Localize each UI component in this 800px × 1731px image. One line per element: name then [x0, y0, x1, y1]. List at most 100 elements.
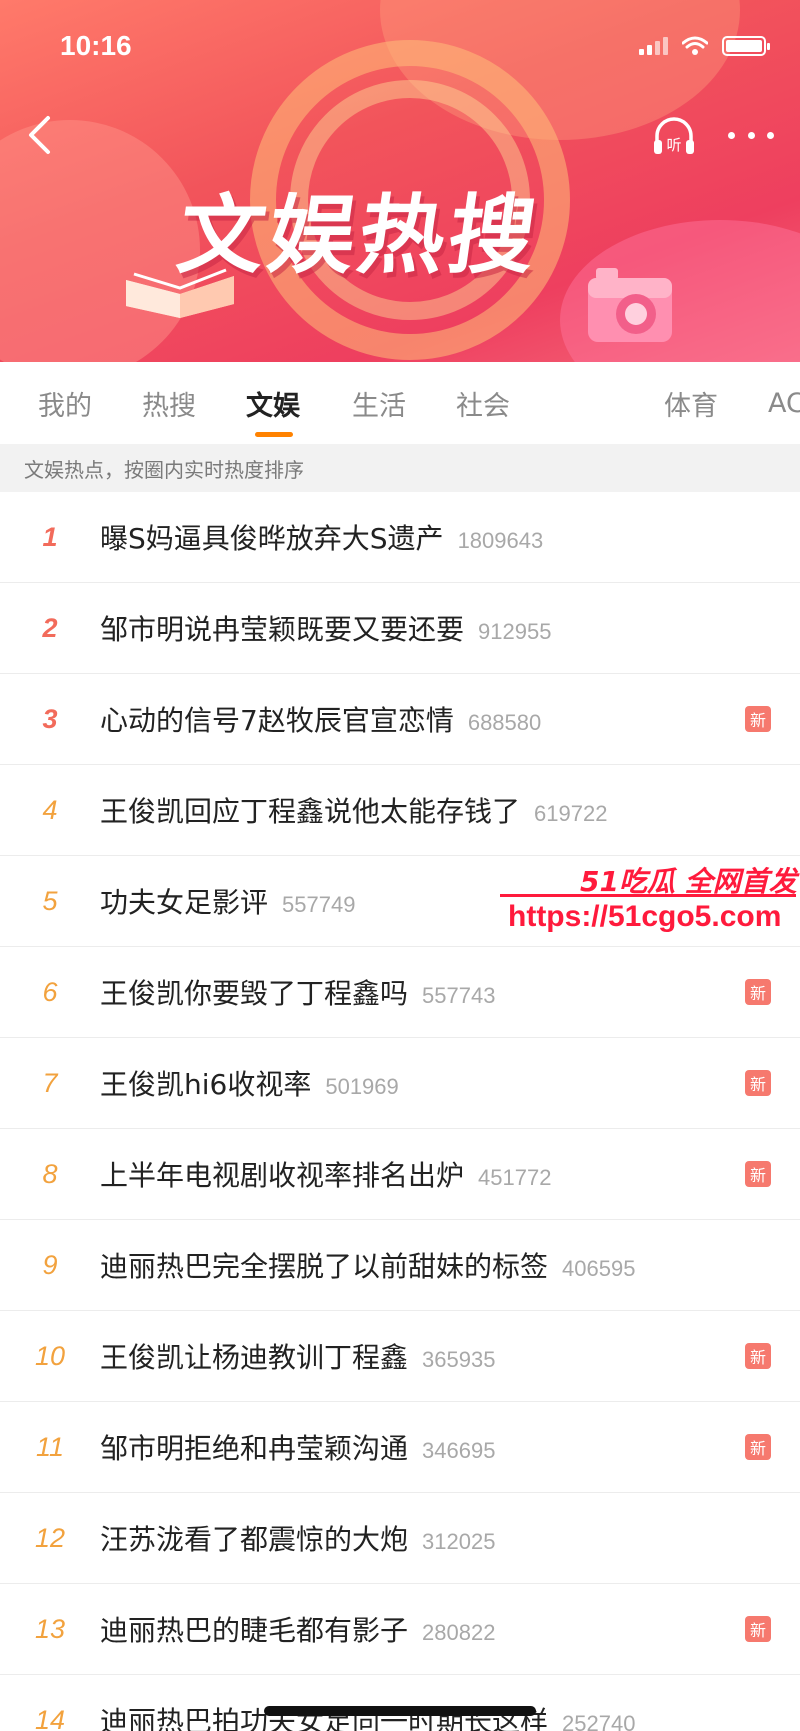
more-dots-icon: [728, 131, 735, 139]
rank-number: 8: [42, 1158, 58, 1189]
item-title[interactable]: 曝S妈逼具俊晔放弃大S遗产 1809643: [100, 517, 543, 557]
list-item[interactable]: 3 心动的信号7赵牧辰官宣恋情 688580 新: [0, 674, 800, 765]
rank-number: 11: [35, 1431, 65, 1462]
list-item[interactable]: 4 王俊凯回应丁程鑫说他太能存钱了 619722: [0, 765, 800, 856]
item-title[interactable]: 上半年电视剧收视率排名出炉 451772: [100, 1154, 551, 1194]
item-title[interactable]: 心动的信号7赵牧辰官宣恋情 688580: [100, 699, 541, 739]
heat-count: 557749: [282, 892, 356, 917]
rank-number: 1: [42, 521, 58, 552]
listen-label: 听: [666, 136, 681, 154]
rank-number: 3: [42, 703, 58, 734]
heat-count: 406595: [562, 1256, 636, 1281]
rank-number: 4: [42, 794, 58, 825]
item-title-text: 王俊凯你要毁了丁程鑫吗: [100, 977, 409, 1010]
headphones-icon: 听: [654, 117, 694, 154]
heat-count: 688580: [467, 710, 542, 735]
heat-count: 280822: [422, 1620, 496, 1645]
new-badge: 新: [745, 1070, 771, 1096]
rank-number: 7: [42, 1067, 58, 1098]
list-item[interactable]: 12 汪苏泷看了都震惊的大炮 312025: [0, 1493, 800, 1584]
listen-button[interactable]: 听: [650, 112, 698, 160]
item-title-text: 上半年电视剧收视率排名出炉: [100, 1159, 465, 1192]
item-title-text: 迪丽热巴的睫毛都有影子: [100, 1614, 409, 1647]
status-time: 10:16: [60, 30, 132, 61]
tab-hot-search[interactable]: 热搜: [142, 362, 196, 444]
rank-number: 9: [42, 1249, 58, 1280]
heat-count: 451772: [478, 1165, 552, 1190]
item-title-text: 汪苏泷看了都震惊的大炮: [100, 1523, 409, 1556]
heat-count: 619722: [534, 801, 608, 826]
item-title-text: 迪丽热巴完全摆脱了以前甜妹的标签: [100, 1250, 549, 1283]
item-title-text: 王俊凯hi6收视率: [100, 1068, 312, 1101]
item-title-text: 曝S妈逼具俊晔放弃大S遗产: [100, 522, 444, 555]
tab-mine[interactable]: 我的: [38, 362, 92, 444]
tab-sports[interactable]: 体育: [664, 362, 718, 444]
heat-count: 1809643: [457, 528, 544, 553]
item-title[interactable]: 邹市明拒绝和冉莹颖沟通 346695: [100, 1427, 495, 1467]
list-item[interactable]: 13 迪丽热巴的睫毛都有影子 280822 新: [0, 1584, 800, 1675]
category-tabs: 我的 热搜 文娱 生活 社会 体育 AC: [0, 362, 800, 444]
watermark-divider: [500, 894, 796, 897]
item-title[interactable]: 迪丽热巴完全摆脱了以前甜妹的标签 406595: [100, 1245, 635, 1285]
item-title[interactable]: 迪丽热巴的睫毛都有影子 280822: [100, 1609, 495, 1649]
list-item[interactable]: 2 邹市明说冉莹颖既要又要还要 912955: [0, 583, 800, 674]
rank-number: 6: [42, 976, 58, 1007]
item-title-text: 王俊凯回应丁程鑫说他太能存钱了: [100, 795, 521, 828]
list-item[interactable]: 10 王俊凯让杨迪教训丁程鑫 365935 新: [0, 1311, 800, 1402]
list-item[interactable]: 11 邹市明拒绝和冉莹颖沟通 346695 新: [0, 1402, 800, 1493]
item-title[interactable]: 王俊凯你要毁了丁程鑫吗 557743: [100, 972, 495, 1012]
item-title-text: 王俊凯让杨迪教训丁程鑫: [100, 1341, 409, 1374]
list-item[interactable]: 8 上半年电视剧收视率排名出炉 451772 新: [0, 1129, 800, 1220]
tabs-fade-overlay: [540, 362, 630, 444]
header-banner: 10:16 听 文娱热搜: [0, 0, 800, 362]
new-badge: 新: [745, 1616, 771, 1642]
rank-number: 5: [42, 885, 58, 916]
heat-count: 912955: [478, 619, 552, 644]
tab-acg[interactable]: AC: [768, 362, 800, 444]
chevron-left-icon: [29, 116, 50, 154]
new-badge: 新: [745, 1434, 771, 1460]
item-title-text: 心动的信号7赵牧辰官宣恋情: [100, 704, 454, 737]
heat-count: 365935: [422, 1347, 496, 1372]
item-title[interactable]: 王俊凯回应丁程鑫说他太能存钱了 619722: [100, 790, 607, 830]
item-title-text: 邹市明说冉莹颖既要又要还要: [100, 613, 465, 646]
rank-number: 14: [34, 1704, 66, 1731]
item-title[interactable]: 汪苏泷看了都震惊的大炮 312025: [100, 1518, 495, 1558]
heat-count: 501969: [325, 1074, 399, 1099]
wifi-icon: [682, 36, 708, 55]
more-options-button[interactable]: [728, 120, 774, 150]
new-badge: 新: [745, 979, 771, 1005]
tab-life[interactable]: 生活: [352, 362, 406, 444]
item-title[interactable]: 功夫女足影评 557749: [100, 881, 355, 921]
active-tab-indicator: [255, 432, 293, 437]
heat-count: 312025: [422, 1529, 496, 1554]
rank-number: 2: [42, 612, 58, 643]
rank-number: 10: [34, 1340, 66, 1371]
tab-society[interactable]: 社会: [456, 362, 510, 444]
watermark-url: https://51cgo5.com: [508, 900, 782, 933]
battery-icon: [722, 36, 770, 56]
list-description: 文娱热点，按圈内实时热度排序: [0, 444, 800, 492]
heat-count: 252740: [562, 1711, 636, 1731]
rank-number: 13: [34, 1613, 66, 1644]
item-title-text: 邹市明拒绝和冉莹颖沟通: [100, 1432, 409, 1465]
new-badge: 新: [745, 706, 771, 732]
item-title[interactable]: 邹市明说冉莹颖既要又要还要 912955: [100, 608, 551, 648]
item-title[interactable]: 王俊凯hi6收视率 501969: [100, 1063, 399, 1103]
home-indicator: [264, 1706, 536, 1716]
item-title[interactable]: 王俊凯让杨迪教训丁程鑫 365935: [100, 1336, 495, 1376]
list-item[interactable]: 9 迪丽热巴完全摆脱了以前甜妹的标签 406595: [0, 1220, 800, 1311]
item-title-text: 功夫女足影评: [100, 886, 269, 919]
hot-search-list: 1 曝S妈逼具俊晔放弃大S遗产 1809643 2 邹市明说冉莹颖既要又要还要 91295…: [0, 492, 800, 1731]
signal-icon: [639, 37, 668, 55]
heat-count: 346695: [422, 1438, 496, 1463]
new-badge: 新: [745, 1343, 771, 1369]
list-item[interactable]: 14 迪丽热巴拍功夫女足同一时期长这样 252740: [0, 1675, 800, 1731]
rank-number: 12: [34, 1522, 66, 1553]
back-button[interactable]: [14, 110, 64, 160]
banner-title: 文娱热搜: [171, 186, 546, 286]
list-item[interactable]: 6 王俊凯你要毁了丁程鑫吗 557743 新: [0, 947, 800, 1038]
list-item[interactable]: 1 曝S妈逼具俊晔放弃大S遗产 1809643: [0, 492, 800, 583]
list-item[interactable]: 7 王俊凯hi6收视率 501969 新: [0, 1038, 800, 1129]
status-icons: [639, 36, 770, 56]
